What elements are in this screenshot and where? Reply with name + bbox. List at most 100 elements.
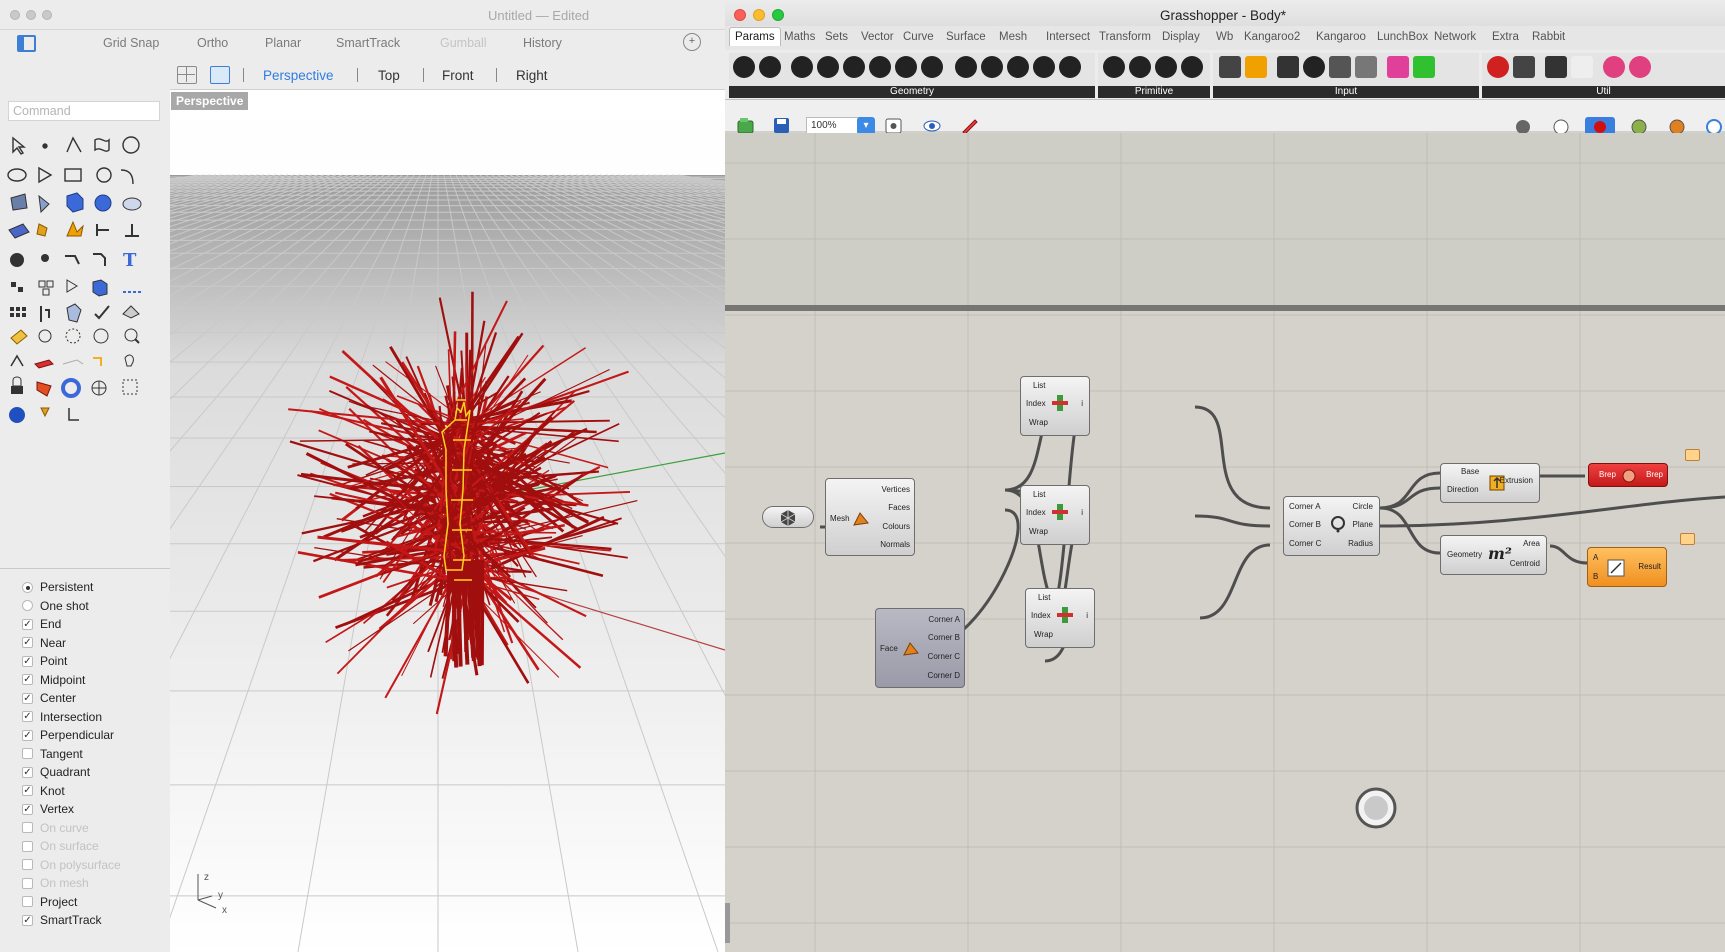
checkbox[interactable] <box>22 859 33 870</box>
checkbox[interactable]: ✓ <box>22 655 33 667</box>
component-icon[interactable] <box>1487 56 1509 78</box>
osnap-one-shot[interactable]: One shot <box>22 598 89 614</box>
osnap-vertex[interactable]: ✓ Vertex <box>22 801 74 817</box>
component-icon[interactable] <box>759 56 781 78</box>
input-port-b[interactable]: B <box>1593 572 1598 581</box>
extrude-component[interactable]: Base Direction Extrusion <box>1440 463 1540 503</box>
deconstruct-mesh-component[interactable]: Mesh Vertices Faces Colours Normals <box>825 478 915 556</box>
list-item-component-2[interactable]: List Index Wrap i <box>1020 485 1090 545</box>
output-port-plane[interactable]: Plane <box>1353 520 1373 529</box>
plus-circle-icon[interactable]: + <box>683 33 701 51</box>
output-port-circle[interactable]: Circle <box>1353 502 1373 511</box>
component-icon[interactable] <box>1245 56 1267 78</box>
radio-button[interactable] <box>22 581 33 593</box>
output-port-faces[interactable]: Faces <box>888 503 910 512</box>
input-port-wrap[interactable]: Wrap <box>1029 527 1048 536</box>
radio-button[interactable] <box>22 600 33 611</box>
input-port-a[interactable]: A <box>1593 553 1598 562</box>
output-port-normals[interactable]: Normals <box>880 540 910 549</box>
checkbox[interactable]: ✓ <box>22 618 33 630</box>
input-port-index[interactable]: Index <box>1026 508 1046 517</box>
tab-top[interactable]: Top <box>378 68 400 83</box>
tab-lunchbox[interactable]: LunchBox <box>1377 31 1428 43</box>
canvas-scrollbar[interactable] <box>725 903 730 943</box>
tab-perspective[interactable]: Perspective <box>263 68 334 83</box>
output-port-item[interactable]: i <box>1081 399 1083 408</box>
four-viewport-icon[interactable] <box>177 66 197 84</box>
input-port-geometry[interactable]: Geometry <box>1447 550 1482 559</box>
input-port-wrap[interactable]: Wrap <box>1034 630 1053 639</box>
checkbox[interactable] <box>22 822 33 833</box>
output-port-radius[interactable]: Radius <box>1348 539 1373 548</box>
tab-rabbit[interactable]: Rabbit <box>1532 31 1565 43</box>
tab-transform[interactable]: Transform <box>1099 31 1151 43</box>
tab-mesh[interactable]: Mesh <box>999 31 1027 43</box>
checkbox[interactable]: ✓ <box>22 637 33 648</box>
smarttrack-button[interactable]: SmartTrack <box>336 36 400 50</box>
checkbox[interactable] <box>22 840 33 852</box>
division-component[interactable]: A B Result <box>1587 547 1667 587</box>
checkbox[interactable]: ✓ <box>22 803 33 815</box>
output-port-item[interactable]: i <box>1081 508 1083 517</box>
tab-right[interactable]: Right <box>516 68 548 83</box>
output-port-vertices[interactable]: Vertices <box>882 485 910 494</box>
osnap-on-curve[interactable]: On curve <box>22 820 89 836</box>
tab-display[interactable]: Display <box>1162 31 1200 43</box>
component-icon[interactable] <box>921 56 943 78</box>
osnap-intersection[interactable]: ✓ Intersection <box>22 709 102 725</box>
grid-snap-button[interactable]: Grid Snap <box>103 36 159 50</box>
component-icon[interactable] <box>955 56 977 78</box>
input-port-list[interactable]: List <box>1038 593 1050 602</box>
osnap-perpendicular[interactable]: ✓ Perpendicular <box>22 727 114 743</box>
input-port-index[interactable]: Index <box>1031 611 1051 620</box>
component-icon[interactable] <box>1129 56 1151 78</box>
warning-balloon-icon[interactable] <box>1685 449 1700 461</box>
component-icon[interactable] <box>1629 56 1651 78</box>
component-icon[interactable] <box>843 56 865 78</box>
tab-sets[interactable]: Sets <box>825 31 848 43</box>
minimize-window-button[interactable] <box>753 9 765 21</box>
component-icon[interactable] <box>1181 56 1203 78</box>
component-icon[interactable] <box>869 56 891 78</box>
input-port-mesh[interactable]: Mesh <box>830 514 850 523</box>
output-port-colours[interactable]: Colours <box>882 522 910 531</box>
component-icon[interactable] <box>1103 56 1125 78</box>
component-icon[interactable] <box>1387 56 1409 78</box>
input-port-wrap[interactable]: Wrap <box>1029 418 1048 427</box>
component-icon[interactable] <box>1571 56 1593 78</box>
component-icon[interactable] <box>1603 56 1625 78</box>
component-icon[interactable] <box>1545 56 1567 78</box>
checkbox[interactable]: ✓ <box>22 914 33 926</box>
output-port-corner-c[interactable]: Corner C <box>928 652 960 661</box>
component-icon[interactable] <box>1219 56 1241 78</box>
ortho-button[interactable]: Ortho <box>197 36 228 50</box>
output-port-item[interactable]: i <box>1086 611 1088 620</box>
component-icon[interactable] <box>817 56 839 78</box>
checkbox[interactable]: ✓ <box>22 729 33 741</box>
tab-intersect[interactable]: Intersect <box>1046 31 1090 43</box>
tab-vector[interactable]: Vector <box>861 31 894 43</box>
planar-button[interactable]: Planar <box>265 36 301 50</box>
area-component[interactable]: Geometry m² Area Centroid <box>1440 535 1547 575</box>
output-port-area[interactable]: Area <box>1523 539 1540 548</box>
input-port-index[interactable]: Index <box>1026 399 1046 408</box>
component-icon[interactable] <box>791 56 813 78</box>
perspective-viewport[interactable]: z y x <box>170 90 725 952</box>
input-port-direction[interactable]: Direction <box>1447 485 1479 494</box>
checkbox[interactable]: ✓ <box>22 766 33 778</box>
close-window-button[interactable] <box>734 9 746 21</box>
tab-curve[interactable]: Curve <box>903 31 934 43</box>
tab-surface[interactable]: Surface <box>946 31 986 43</box>
checkbox[interactable]: ✓ <box>22 692 33 704</box>
osnap-project[interactable]: Project <box>22 894 77 910</box>
checkbox[interactable] <box>22 896 33 907</box>
mesh-parameter[interactable] <box>762 506 814 528</box>
osnap-quadrant[interactable]: ✓ Quadrant <box>22 764 90 780</box>
component-icon[interactable] <box>981 56 1003 78</box>
osnap-center[interactable]: ✓ Center <box>22 690 76 706</box>
grasshopper-canvas[interactable]: Mesh Vertices Faces Colours Normals Face… <box>725 133 1725 952</box>
osnap-knot[interactable]: ✓ Knot <box>22 783 65 799</box>
component-icon[interactable] <box>1329 56 1351 78</box>
checkbox[interactable] <box>22 748 33 759</box>
input-port-corner-b[interactable]: Corner B <box>1289 520 1321 529</box>
